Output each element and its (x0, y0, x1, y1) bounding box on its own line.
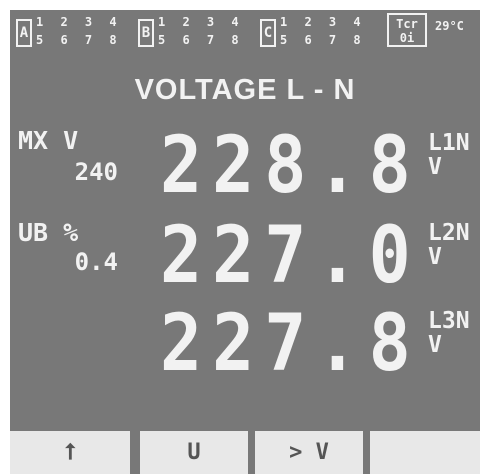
reading-l3n-value: 227.8 (160, 297, 421, 390)
meter-display: A 1 2 3 4 5 6 7 8 B 1 2 3 4 5 6 7 8 C 1 … (10, 10, 480, 474)
reading-l1n-phase: L1N (428, 130, 470, 156)
group-c-channels-bottom: 5 6 7 8 (280, 33, 366, 47)
softkey-up-button[interactable]: ⭡ (10, 431, 130, 474)
softkey-blank-button[interactable] (370, 431, 480, 474)
reading-l2n-phase: L2N (428, 220, 470, 246)
group-c-channels-top: 1 2 3 4 (280, 15, 366, 29)
reading-l2n-unit: V (428, 244, 442, 270)
group-letter-c: C (260, 19, 276, 47)
reading-l2n-value: 227.0 (160, 209, 421, 302)
softkey-next-v-button[interactable]: > V (255, 431, 363, 474)
group-letter-b: B (138, 19, 154, 47)
tcr-sub-label: 0i (399, 31, 415, 45)
max-voltage-value: 240 (74, 158, 118, 186)
group-letter-a: A (16, 19, 32, 47)
softkey-bar: ⭡ U > V (10, 431, 480, 474)
temperature-readout: 29°C (435, 19, 464, 33)
group-b-channels-bottom: 5 6 7 8 (158, 33, 244, 47)
reading-l3n-phase: L3N (428, 308, 470, 334)
softkey-u-button[interactable]: U (140, 431, 248, 474)
group-a-channels-bottom: 5 6 7 8 (36, 33, 122, 47)
page-title: VOLTAGE L - N (134, 74, 356, 106)
tcr-indicator: Tcr 0i (387, 13, 427, 47)
group-b-channels-top: 1 2 3 4 (158, 15, 244, 29)
unbalance-label: UB % (18, 218, 79, 247)
unbalance-value: 0.4 (74, 248, 118, 276)
group-a-channels-top: 1 2 3 4 (36, 15, 122, 29)
reading-l3n-unit: V (428, 332, 442, 358)
max-voltage-label: MX V (18, 126, 79, 155)
reading-l1n-unit: V (428, 154, 442, 180)
reading-l1n-value: 228.8 (160, 119, 421, 212)
tcr-label: Tcr (396, 17, 418, 31)
